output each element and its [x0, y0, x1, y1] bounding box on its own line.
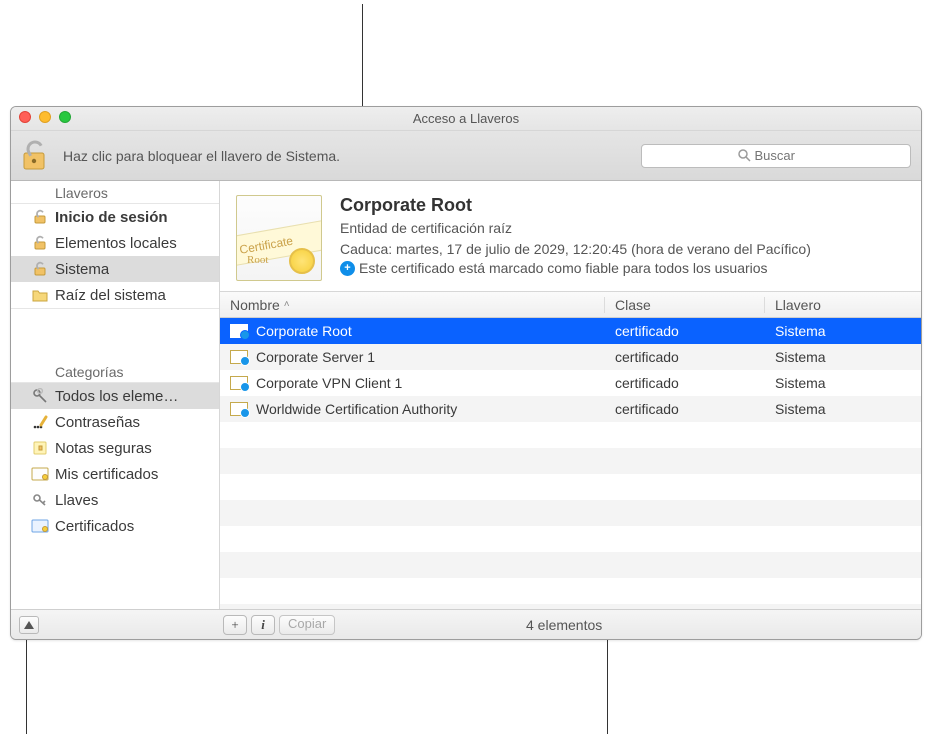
row-keychain: Sistema	[765, 323, 921, 339]
callout-line-bottom-left	[26, 640, 27, 734]
toggle-panel-button[interactable]	[19, 616, 39, 634]
row-name: Corporate Root	[256, 323, 352, 339]
row-keychain: Sistema	[765, 401, 921, 417]
table-row[interactable]: Worldwide Certification Authority certif…	[220, 396, 921, 422]
category-label: Llaves	[55, 492, 98, 509]
unlock-icon	[31, 209, 49, 225]
folder-icon	[31, 288, 49, 302]
column-name[interactable]: Nombre ˄	[220, 297, 605, 313]
callout-line-top	[362, 4, 363, 106]
category-label: Mis certificados	[55, 466, 158, 483]
certificate-row-icon	[230, 350, 248, 364]
table-header: Nombre ˄ Clase Llavero	[220, 292, 921, 318]
certificate-detail: Certificate Root Corporate Root Entidad …	[220, 181, 921, 292]
category-label: Notas seguras	[55, 440, 152, 457]
keychains-header: Llaveros	[11, 181, 219, 204]
certificate-title: Corporate Root	[340, 195, 905, 216]
certificate-row-icon	[230, 402, 248, 416]
row-name: Worldwide Certification Authority	[256, 401, 457, 417]
category-list: Todos los eleme… Contraseñas Notas segur…	[11, 383, 219, 539]
category-item[interactable]: Todos los eleme…	[11, 383, 219, 409]
certblue-icon	[31, 519, 49, 533]
keychain-label: Elementos locales	[55, 235, 177, 252]
lock-hint-text: Haz clic para bloquear el llavero de Sis…	[63, 148, 629, 164]
sort-ascending-icon: ˄	[284, 299, 290, 310]
close-button[interactable]	[19, 111, 31, 123]
add-button[interactable]: +	[223, 615, 247, 635]
table-row[interactable]: Corporate Server 1 certificado Sistema	[220, 344, 921, 370]
main-pane: Certificate Root Corporate Root Entidad …	[220, 181, 921, 609]
table-row[interactable]: Corporate VPN Client 1 certificado Siste…	[220, 370, 921, 396]
toolbar: Haz clic para bloquear el llavero de Sis…	[11, 131, 921, 181]
row-class: certificado	[605, 323, 765, 339]
row-keychain: Sistema	[765, 375, 921, 391]
titlebar[interactable]: Acceso a Llaveros	[11, 107, 921, 131]
trust-plus-icon: +	[340, 261, 355, 276]
certificate-row-icon	[230, 376, 248, 390]
column-keychain[interactable]: Llavero	[765, 297, 921, 313]
keychain-item[interactable]: Inicio de sesión	[11, 204, 219, 230]
note-icon	[31, 440, 49, 456]
element-count: 4 elementos	[339, 617, 789, 633]
table-row[interactable]: Corporate Root certificado Sistema	[220, 318, 921, 344]
sidebar: Llaveros Inicio de sesión Elementos loca…	[11, 181, 220, 609]
cert-icon	[31, 467, 49, 481]
certificate-row-icon	[230, 324, 248, 338]
keychain-label: Sistema	[55, 261, 109, 278]
keychain-label: Raíz del sistema	[55, 287, 166, 304]
trust-status: + Este certificado está marcado como fia…	[340, 260, 905, 276]
copy-button[interactable]: Copiar	[279, 615, 335, 635]
unlock-icon	[31, 261, 49, 277]
category-label: Todos los eleme…	[55, 388, 178, 405]
seal-icon	[289, 248, 315, 274]
info-button[interactable]: i	[251, 615, 275, 635]
search-field[interactable]	[641, 144, 911, 168]
category-item[interactable]: Contraseñas	[11, 409, 219, 435]
keychain-access-window: Acceso a Llaveros Haz clic para bloquear…	[10, 106, 922, 640]
category-label: Contraseñas	[55, 414, 140, 431]
certificate-thumbnail-icon: Certificate Root	[236, 195, 322, 281]
keychain-item[interactable]: Raíz del sistema	[11, 282, 219, 308]
row-class: certificado	[605, 401, 765, 417]
keychain-label: Inicio de sesión	[55, 209, 168, 226]
unlock-icon	[31, 235, 49, 251]
table-body[interactable]: Corporate Root certificado Sistema Corpo…	[220, 318, 921, 609]
keys-icon	[31, 388, 49, 404]
keychain-list: Inicio de sesión Elementos locales Siste…	[11, 204, 219, 308]
maximize-button[interactable]	[59, 111, 71, 123]
certificate-subtitle: Entidad de certificación raíz	[340, 218, 905, 239]
items-table: Nombre ˄ Clase Llavero Corporate Root ce…	[220, 292, 921, 609]
row-class: certificado	[605, 349, 765, 365]
row-keychain: Sistema	[765, 349, 921, 365]
keychain-item[interactable]: Sistema	[11, 256, 219, 282]
window-title: Acceso a Llaveros	[413, 111, 519, 126]
category-label: Certificados	[55, 518, 134, 535]
category-item[interactable]: Llaves	[11, 487, 219, 513]
column-class[interactable]: Clase	[605, 297, 765, 313]
categories-header: Categorías	[11, 360, 219, 383]
minimize-button[interactable]	[39, 111, 51, 123]
certificate-expires: Caduca: martes, 17 de julio de 2029, 12:…	[340, 239, 905, 260]
lock-keychain-icon[interactable]	[21, 139, 51, 173]
search-icon	[738, 149, 751, 162]
status-bar: + i Copiar 4 elementos	[11, 609, 921, 639]
category-item[interactable]: Certificados	[11, 513, 219, 539]
keychain-item[interactable]: Elementos locales	[11, 230, 219, 256]
category-item[interactable]: Mis certificados	[11, 461, 219, 487]
category-item[interactable]: Notas seguras	[11, 435, 219, 461]
onekey-icon	[31, 492, 49, 508]
pencil-icon	[31, 414, 49, 430]
row-name: Corporate Server 1	[256, 349, 375, 365]
row-name: Corporate VPN Client 1	[256, 375, 402, 391]
traffic-lights	[19, 111, 71, 123]
row-class: certificado	[605, 375, 765, 391]
search-input[interactable]	[755, 148, 815, 163]
callout-line-bottom-center	[607, 640, 608, 734]
